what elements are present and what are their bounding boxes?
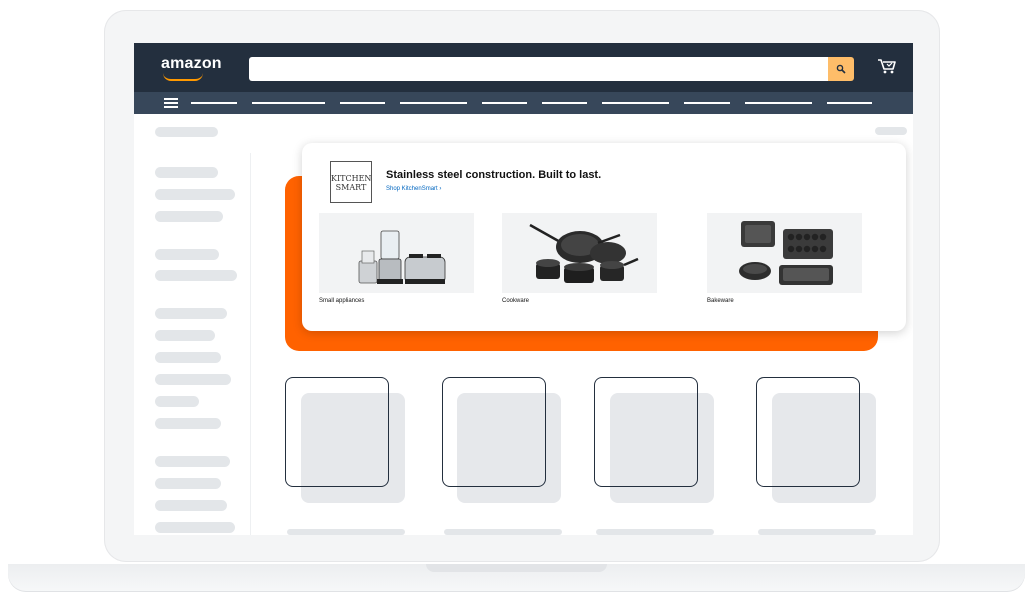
sidebar-item[interactable] xyxy=(155,270,237,281)
amazon-logo[interactable]: amazon xyxy=(161,55,222,73)
search-input[interactable] xyxy=(249,57,829,81)
product-title-placeholder xyxy=(758,529,876,535)
nav-item[interactable] xyxy=(252,102,325,104)
hamburger-icon[interactable] xyxy=(164,97,178,109)
nav-item[interactable] xyxy=(340,102,385,104)
nav-item[interactable] xyxy=(191,102,237,104)
nav-item[interactable] xyxy=(542,102,587,104)
product-placeholder[interactable] xyxy=(594,377,698,487)
nav-item[interactable] xyxy=(684,102,730,104)
screen: amazon KITCHEN SMART Stainless steel con… xyxy=(134,43,913,535)
sidebar-item[interactable] xyxy=(155,500,227,511)
sidebar-item[interactable] xyxy=(155,352,221,363)
product-placeholder[interactable] xyxy=(285,377,389,487)
promo-headline[interactable]: Stainless steel construction. Built to l… xyxy=(386,169,601,181)
top-right-placeholder xyxy=(875,127,907,135)
tile-small-appliances[interactable] xyxy=(319,213,474,293)
breadcrumb-placeholder xyxy=(155,127,218,137)
sidebar-item[interactable] xyxy=(155,522,235,533)
sidebar-item[interactable] xyxy=(155,396,199,407)
brand-logo[interactable]: KITCHEN SMART xyxy=(330,161,372,203)
header-bar: amazon xyxy=(134,43,913,92)
product-placeholder[interactable] xyxy=(442,377,546,487)
bakeware-image xyxy=(739,221,833,285)
sidebar-item[interactable] xyxy=(155,308,227,319)
product-placeholder[interactable] xyxy=(756,377,860,487)
promo-card[interactable]: KITCHEN SMART Stainless steel constructi… xyxy=(302,143,906,331)
tile-label[interactable]: Small appliances xyxy=(319,298,364,304)
sidebar-item[interactable] xyxy=(155,189,235,200)
cookware-image xyxy=(529,223,639,283)
sidebar-item[interactable] xyxy=(155,418,221,429)
sidebar-item[interactable] xyxy=(155,167,218,178)
logo-smile xyxy=(163,73,203,81)
sidebar-item[interactable] xyxy=(155,478,221,489)
search-button[interactable] xyxy=(828,57,854,81)
sidebar-divider xyxy=(250,153,251,535)
sidebar-item[interactable] xyxy=(155,374,231,385)
nav-item[interactable] xyxy=(400,102,467,104)
tile-label[interactable]: Cookware xyxy=(502,298,529,304)
nav-item[interactable] xyxy=(745,102,812,104)
laptop-notch xyxy=(426,564,607,572)
search-icon xyxy=(836,64,846,74)
sidebar-item[interactable] xyxy=(155,211,223,222)
shop-link[interactable]: Shop KitchenSmart › xyxy=(386,186,441,192)
product-title-placeholder xyxy=(596,529,714,535)
sidebar-item[interactable] xyxy=(155,330,215,341)
cart-icon[interactable] xyxy=(876,56,898,76)
tile-cookware[interactable] xyxy=(502,213,657,293)
nav-item[interactable] xyxy=(602,102,669,104)
nav-item[interactable] xyxy=(827,102,872,104)
sidebar-item[interactable] xyxy=(155,249,219,260)
product-title-placeholder xyxy=(444,529,562,535)
nav-bar xyxy=(134,92,913,114)
tile-label[interactable]: Bakeware xyxy=(707,298,734,304)
product-title-placeholder xyxy=(287,529,405,535)
small-appliances-image xyxy=(358,230,446,284)
nav-item[interactable] xyxy=(482,102,527,104)
tile-bakeware[interactable] xyxy=(707,213,862,293)
sidebar-item[interactable] xyxy=(155,456,230,467)
